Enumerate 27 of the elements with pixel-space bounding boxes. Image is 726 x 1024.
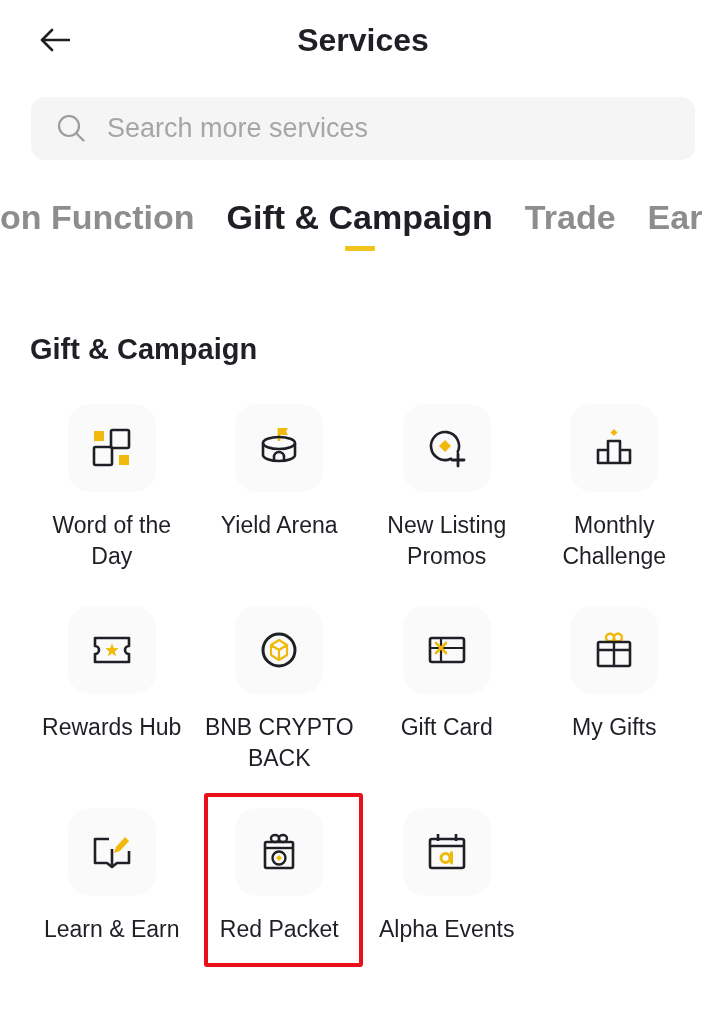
squares-icon[interactable] [67, 404, 156, 492]
gift-box-coin-icon[interactable] [235, 808, 324, 896]
coin-icon[interactable] [235, 606, 324, 694]
category-tab[interactable]: Gift & Campaign [226, 198, 493, 251]
service-label[interactable]: New Listing Promos [387, 510, 507, 572]
back-icon[interactable] [40, 28, 70, 52]
calendar-icon[interactable] [402, 808, 491, 896]
podium-icon[interactable] [570, 404, 659, 492]
service-label[interactable]: BNB CRYPTO BACK [204, 712, 354, 774]
service-label[interactable]: Red Packet [219, 914, 339, 945]
service-label[interactable]: Gift Card [400, 712, 493, 743]
service-label[interactable]: Yield Arena [220, 510, 338, 541]
circle-diamond-plus-icon[interactable] [402, 404, 491, 492]
book-pencil-icon[interactable] [67, 808, 156, 896]
service-label[interactable]: Word of the Day [52, 510, 171, 572]
service-label[interactable]: Learn & Earn [44, 914, 180, 945]
service-label[interactable]: Rewards Hub [42, 712, 182, 743]
service-label[interactable]: Alpha Events [379, 914, 515, 945]
page-title: Services [297, 21, 429, 59]
service-label[interactable]: Monthly Challenge [562, 510, 667, 572]
section-title: Gift & Campaign [30, 333, 258, 365]
gift-icon[interactable] [570, 606, 659, 694]
arena-flag-icon[interactable] [235, 404, 324, 492]
service-label[interactable]: My Gifts [572, 712, 657, 743]
search-field[interactable]: Search more services [31, 97, 695, 160]
search-icon [57, 114, 85, 142]
card-icon[interactable] [402, 606, 491, 694]
